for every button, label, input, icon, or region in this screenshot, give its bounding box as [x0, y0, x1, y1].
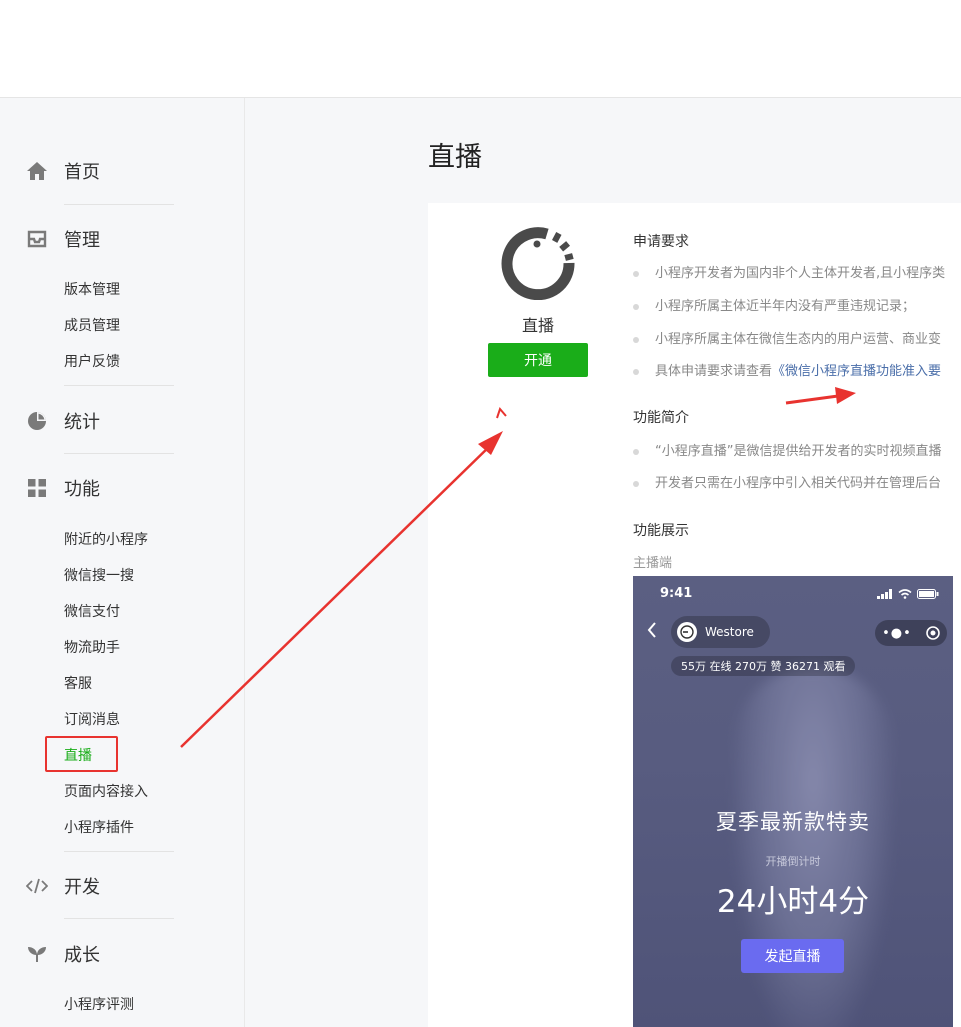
- requirements-title: 申请要求: [633, 234, 689, 250]
- signal-icon: [877, 589, 892, 599]
- sidebar-item-growth[interactable]: 成长: [26, 942, 100, 966]
- sidebar-sub-content[interactable]: 页面内容接入: [64, 781, 148, 801]
- sidebar-sub-plugins[interactable]: 小程序插件: [64, 817, 134, 837]
- plugin-name: 直播: [521, 316, 554, 335]
- highlight-box: [45, 736, 118, 772]
- countdown-value: 24小时4分: [716, 884, 870, 920]
- sidebar-sub-logistics[interactable]: 物流助手: [64, 637, 120, 657]
- grid-icon: [26, 477, 48, 499]
- close-target-icon[interactable]: [926, 626, 940, 640]
- requirement-item: 小程序所属主体近半年内没有严重违规记录；: [633, 295, 915, 314]
- sidebar-item-label: 成长: [64, 945, 100, 966]
- sidebar-item-stats[interactable]: 统计: [26, 409, 100, 433]
- live-logo-icon: [501, 226, 575, 301]
- requirement-item: 小程序所属主体在微信生态内的用户运营、商业变: [633, 328, 941, 347]
- store-avatar-icon: [677, 622, 697, 642]
- code-icon: [26, 875, 48, 897]
- wifi-icon: [898, 589, 912, 599]
- requirement-link-item: 具体申请要求请查看《微信小程序直播功能准入要: [633, 360, 941, 379]
- sidebar-sub-service[interactable]: 客服: [64, 673, 92, 693]
- sidebar-sub-subscribe[interactable]: 订阅消息: [64, 709, 120, 729]
- more-icon[interactable]: •●•: [882, 626, 912, 641]
- pie-chart-icon: [26, 410, 48, 432]
- sidebar-sub-feedback[interactable]: 用户反馈: [64, 351, 120, 371]
- intro-item: “小程序直播”是微信提供给开发者的实时视频直播: [633, 440, 941, 459]
- top-bar: [0, 0, 961, 98]
- requirements-doc-link[interactable]: 《微信小程序直播功能准入要: [772, 364, 941, 379]
- showcase-title: 功能展示: [633, 523, 689, 539]
- sidebar-divider: [64, 453, 174, 454]
- sidebar-sub-nearby[interactable]: 附近的小程序: [64, 529, 148, 549]
- sidebar-sub-version[interactable]: 版本管理: [64, 279, 120, 299]
- sidebar-item-features[interactable]: 功能: [26, 476, 100, 500]
- showcase-sub: 主播端: [633, 556, 673, 571]
- sidebar-divider: [64, 918, 174, 919]
- intro-title: 功能简介: [633, 410, 689, 426]
- sidebar-sub-evaluation[interactable]: 小程序评测: [64, 994, 134, 1014]
- sidebar-item-label: 管理: [64, 230, 100, 251]
- sidebar-sub-search[interactable]: 微信搜一搜: [64, 565, 134, 585]
- store-chip[interactable]: Westore: [671, 616, 770, 648]
- store-name: Westore: [705, 625, 754, 639]
- phone-time: 9:41: [660, 586, 693, 601]
- start-live-button[interactable]: 发起直播: [741, 939, 844, 973]
- sprout-icon: [26, 943, 48, 965]
- sidebar-item-label: 统计: [64, 412, 100, 433]
- inbox-icon: [26, 228, 48, 250]
- sidebar-sub-members[interactable]: 成员管理: [64, 315, 120, 335]
- sidebar-item-dev[interactable]: 开发: [26, 874, 100, 898]
- open-button[interactable]: 开通: [488, 343, 588, 377]
- sidebar-sub-pay[interactable]: 微信支付: [64, 601, 120, 621]
- sidebar-item-label: 首页: [64, 162, 100, 183]
- countdown-label: 开播倒计时: [765, 855, 821, 868]
- page-title: 直播: [428, 142, 482, 173]
- back-icon[interactable]: [647, 622, 657, 643]
- live-stats: 55万 在线 270万 赞 36271 观看: [671, 656, 856, 676]
- sidebar-divider: [64, 385, 174, 386]
- live-headline: 夏季最新款特卖: [716, 810, 870, 834]
- sidebar-item-label: 开发: [64, 877, 100, 898]
- home-icon: [26, 160, 48, 182]
- sidebar-item-manage[interactable]: 管理: [26, 227, 100, 251]
- requirement-item: 小程序开发者为国内非个人主体开发者,且小程序类: [633, 262, 945, 281]
- sidebar-item-label: 功能: [64, 479, 100, 500]
- sidebar-divider: [64, 851, 174, 852]
- status-icons: [877, 589, 939, 599]
- phone-preview: 9:41 Westore •●• 55万 在线 270万 赞 36271 观看 …: [633, 576, 953, 1027]
- sidebar-divider: [64, 204, 174, 205]
- intro-item: 开发者只需在小程序中引入相关代码并在管理后台: [633, 472, 941, 491]
- sidebar-item-home[interactable]: 首页: [26, 159, 100, 183]
- battery-icon: [917, 589, 939, 599]
- mini-program-capsule[interactable]: •●•: [875, 620, 947, 646]
